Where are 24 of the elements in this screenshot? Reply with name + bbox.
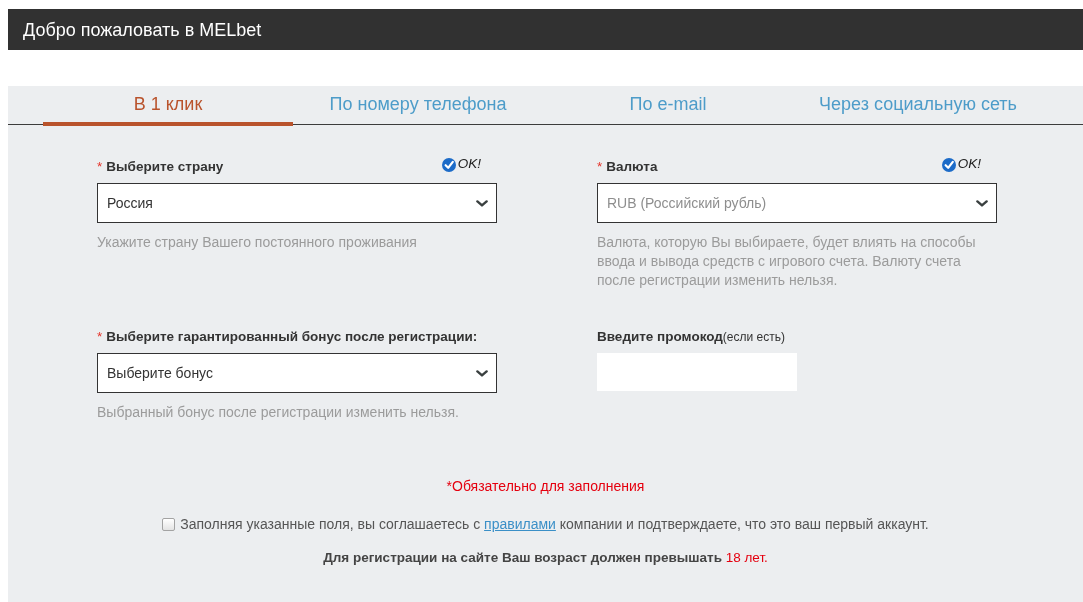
tab[interactable]: По e-mail (543, 86, 793, 126)
status-text: OK! (957, 155, 981, 174)
chevron-down-icon (976, 199, 988, 207)
field-label: * Выберите гарантированный бонус после регистрации: (97, 327, 478, 346)
help-text: Выбранный бонус после регистрации изменить нельзя. (97, 403, 460, 422)
select-field[interactable]: Россия (97, 183, 497, 223)
field-label: Введите промокод(если есть) (597, 327, 785, 346)
select-field[interactable]: Выберите бонус (97, 353, 497, 393)
chevron-down-icon (476, 199, 488, 207)
age-notice: Для регистрации на сайте Ваш возраст должен превышать 18 лет. (322, 549, 769, 567)
status-text: OK! (457, 155, 481, 174)
field-label: * Валюта (597, 157, 658, 176)
help-text: Укажите страну Вашего постоянного проживания (97, 233, 418, 252)
required-note: *Обязательно для заполнения (445, 477, 646, 496)
agreement-checkbox[interactable] (162, 517, 176, 531)
tab[interactable]: Через социальную сеть (793, 86, 1043, 126)
help-text: Валюта, которую Вы выбираете, будет влиять на способы ввода и вывода средств с игрового счета. Валюту счета после регистрации изменить нельзя. (597, 233, 977, 290)
tab[interactable]: В 1 клик (43, 86, 293, 126)
rules-link[interactable]: правилами (484, 516, 556, 532)
page-title: Добро пожаловать в MELbet (23, 20, 262, 39)
chevron-down-icon (476, 369, 488, 377)
tab[interactable]: По номеру телефона (293, 86, 543, 126)
agreement-text: Заполняя указанные поля, вы соглашаетесь с правилами компании и подтверждаете, что это ваш первый аккаунт. (180, 515, 929, 534)
field-label: * Выберите страну (97, 157, 224, 176)
